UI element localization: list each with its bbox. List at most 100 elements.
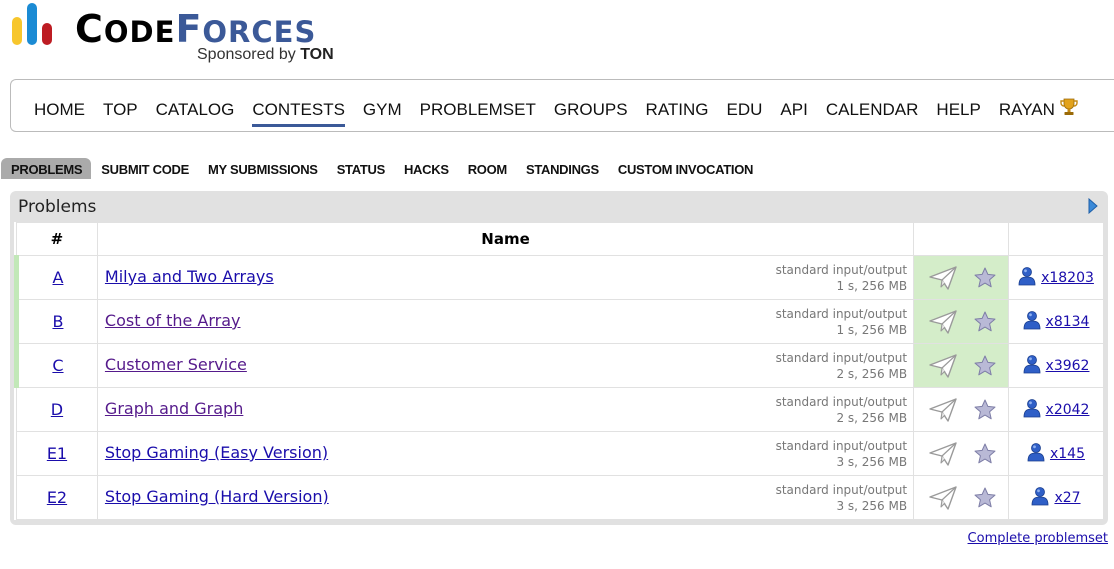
menu-item-calendar[interactable]: CALENDAR (826, 100, 919, 120)
problem-name-link[interactable]: Cost of the Array (105, 311, 241, 330)
menu-item-rayan[interactable]: RAYAN (999, 97, 1079, 122)
problem-solved-cell: x27 (1007, 475, 1105, 520)
problem-limits: standard input/output 2 s, 256 MB (776, 394, 908, 426)
problem-index-link[interactable]: A (52, 268, 63, 287)
submenu-item-status[interactable]: STATUS (327, 158, 394, 179)
problem-name-cell: Milya and Two Arrays standard input/outpu… (96, 255, 915, 300)
solved-count-link[interactable]: x18203 (1041, 270, 1094, 286)
logo-sponsor: Sponsored by TON (197, 46, 334, 63)
submit-paper-plane-icon[interactable] (928, 441, 958, 471)
column-header-solved (1007, 222, 1105, 256)
user-icon (1018, 266, 1036, 290)
contest-submenu: PROBLEMS SUBMIT CODE MY SUBMISSIONS STATUS H… (1, 158, 762, 182)
submenu-item-standings[interactable]: STANDINGS (516, 158, 608, 179)
user-icon (1023, 354, 1041, 378)
problem-io: standard input/output (775, 307, 908, 321)
problem-actions-cell (913, 343, 1009, 388)
favourite-star-icon[interactable] (974, 355, 996, 380)
solved-count-link[interactable]: x145 (1050, 446, 1085, 462)
menu-item-label: CATALOG (155, 100, 235, 119)
main-menu: HOME TOP CATALOG CONTESTS GYM PROBLEMSET GROUP… (10, 79, 1114, 132)
problem-index-cell: C (14, 343, 98, 388)
menu-item-label: HOME (34, 100, 85, 119)
menu-item-api[interactable]: API (780, 100, 807, 120)
submenu-item-custom-invocation[interactable]: CUSTOM INVOCATION (608, 158, 762, 179)
submit-paper-plane-icon[interactable] (928, 397, 958, 427)
menu-item-catalog[interactable]: CATALOG (156, 100, 235, 120)
favourite-star-icon[interactable] (974, 443, 996, 468)
problem-index-cell: D (16, 387, 98, 432)
problem-row: A Milya and Two Arrays standard input/outp… (14, 255, 1105, 300)
problem-io: standard input/output (775, 395, 908, 409)
problem-row: E2 Stop Gaming (Hard Version) standard inp… (16, 475, 1105, 520)
submenu-item-problems[interactable]: PROBLEMS (1, 158, 92, 179)
problem-index-cell: E2 (16, 475, 98, 520)
menu-item-home[interactable]: HOME (34, 100, 85, 120)
logo-bar-blue (27, 3, 37, 45)
solved-count-link[interactable]: x27 (1054, 490, 1080, 506)
problem-solved-cell: x2042 (1007, 387, 1105, 432)
problem-name-link[interactable]: Customer Service (105, 355, 247, 374)
problem-index-link[interactable]: C (52, 356, 63, 375)
submit-paper-plane-icon[interactable] (928, 353, 958, 383)
menu-item-label: PROBLEMSET (419, 100, 536, 119)
problem-limits: standard input/output 3 s, 256 MB (776, 482, 908, 514)
submenu-item-submit-code[interactable]: SUBMIT CODE (91, 158, 198, 179)
menu-item-rating[interactable]: RATING (646, 100, 709, 120)
submenu-item-room[interactable]: ROOM (458, 158, 516, 179)
problem-solved-cell: x18203 (1007, 255, 1105, 300)
problem-name-link[interactable]: Stop Gaming (Hard Version) (105, 487, 329, 506)
favourite-star-icon[interactable] (974, 311, 996, 336)
problem-name-link[interactable]: Milya and Two Arrays (105, 267, 274, 286)
user-icon (1023, 310, 1041, 334)
problem-time-memory: 3 s, 256 MB (836, 499, 908, 513)
problem-time-memory: 2 s, 256 MB (836, 367, 908, 381)
trophy-icon (1059, 97, 1079, 122)
solved-count-link[interactable]: x2042 (1046, 402, 1090, 418)
problem-name-link[interactable]: Graph and Graph (105, 399, 243, 418)
menu-item-help[interactable]: HELP (936, 100, 980, 120)
codeforces-logo[interactable]: CODEFORCES Sponsored by TON (10, 3, 370, 67)
solved-count-link[interactable]: x8134 (1046, 314, 1090, 330)
problem-row: B Cost of the Array standard input/output 1… (14, 299, 1105, 344)
submenu-item-my-submissions[interactable]: MY SUBMISSIONS (198, 158, 327, 179)
favourite-star-icon[interactable] (974, 399, 996, 424)
menu-item-gym[interactable]: GYM (363, 100, 402, 120)
menu-item-edu[interactable]: EDU (727, 100, 763, 120)
menu-item-top[interactable]: TOP (103, 100, 138, 120)
problem-actions-cell (913, 431, 1009, 476)
arrow-right-icon[interactable] (1088, 197, 1098, 218)
problem-actions-cell (913, 255, 1009, 300)
complete-problemset-link[interactable]: Complete problemset (968, 531, 1108, 546)
favourite-star-icon[interactable] (974, 267, 996, 292)
problem-name-cell: Cost of the Array standard input/output 1 … (96, 299, 915, 344)
submenu-item-hacks[interactable]: HACKS (394, 158, 458, 179)
menu-item-contests[interactable]: CONTESTS (252, 100, 345, 127)
solved-count-link[interactable]: x3962 (1046, 358, 1090, 374)
submit-paper-plane-icon[interactable] (928, 309, 958, 339)
favourite-star-icon[interactable] (974, 487, 996, 512)
problem-index-link[interactable]: E1 (47, 444, 67, 463)
user-icon (1023, 398, 1041, 422)
menu-item-label: TOP (103, 100, 138, 119)
problem-time-memory: 1 s, 256 MB (836, 323, 908, 337)
problem-index-link[interactable]: E2 (47, 488, 67, 507)
problem-time-memory: 2 s, 256 MB (836, 411, 908, 425)
problem-row: D Graph and Graph standard input/output 2 s… (16, 387, 1105, 432)
problem-index-link[interactable]: B (52, 312, 63, 331)
menu-item-label: HELP (936, 100, 981, 119)
menu-item-groups[interactable]: GROUPS (554, 100, 628, 120)
problem-io: standard input/output (775, 263, 908, 277)
problem-name-cell: Customer Service standard input/output 2 s… (96, 343, 915, 388)
menu-item-label: RATING (645, 100, 709, 119)
submit-paper-plane-icon[interactable] (928, 265, 958, 295)
problem-name-link[interactable]: Stop Gaming (Easy Version) (105, 443, 328, 462)
menu-item-problemset[interactable]: PROBLEMSET (420, 100, 536, 120)
menu-item-label: CONTESTS (252, 100, 345, 119)
problems-panel: Problems # Name A Milya and Two Arrays sta… (10, 191, 1108, 525)
submit-paper-plane-icon[interactable] (928, 485, 958, 515)
problems-panel-title: Problems (18, 197, 97, 217)
problem-io: standard input/output (775, 439, 908, 453)
problem-index-link[interactable]: D (51, 400, 63, 419)
problem-row: E1 Stop Gaming (Easy Version) standard inp… (16, 431, 1105, 476)
